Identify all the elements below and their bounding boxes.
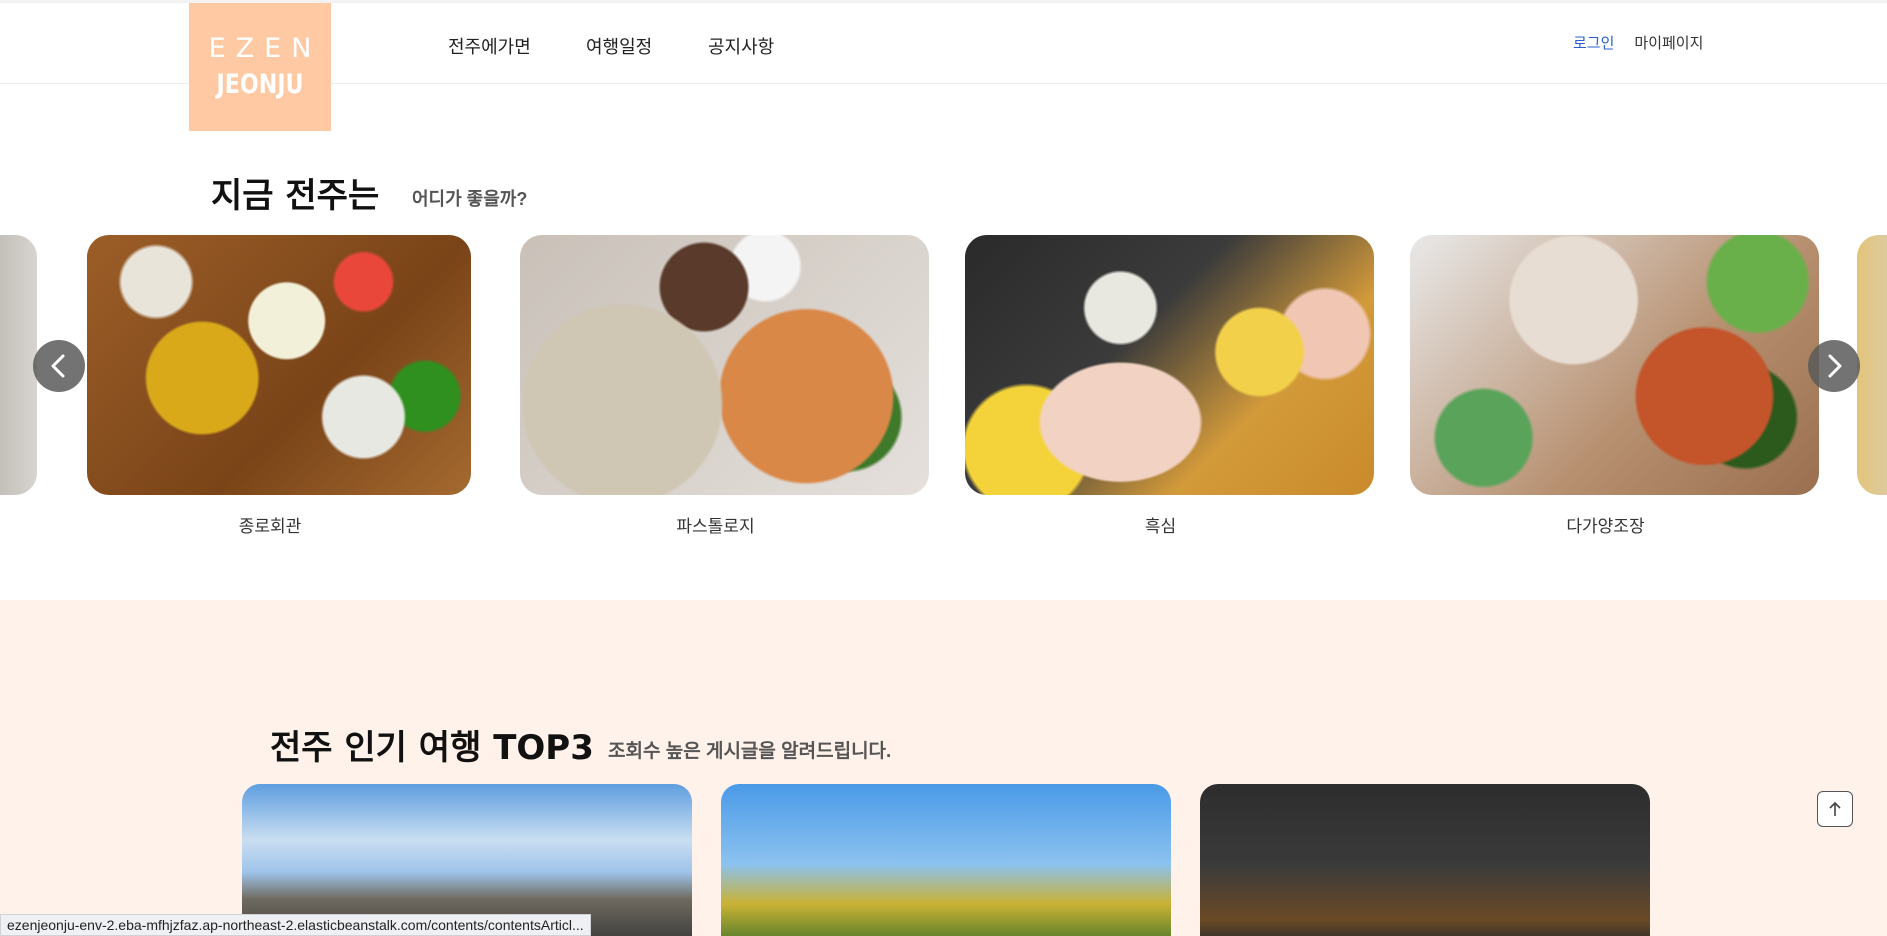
- logo-text-ezen: EZEN: [208, 33, 322, 64]
- carousel-card-image[interactable]: [87, 235, 471, 495]
- carousel-card-label[interactable]: 파스톨로지: [520, 512, 911, 537]
- top3-title: 전주 인기 여행 TOP3: [270, 728, 594, 768]
- carousel-card-label[interactable]: 흑심: [965, 512, 1356, 537]
- carousel-next-button[interactable]: [1808, 340, 1860, 392]
- carousel-card-partial-right[interactable]: [1857, 235, 1887, 495]
- section-title: 지금 전주는: [211, 176, 380, 216]
- carousel-prev-button[interactable]: [33, 340, 85, 392]
- scroll-to-top-button[interactable]: [1817, 791, 1853, 827]
- user-links: 로그인 마이페이지: [1573, 32, 1703, 53]
- carousel-card-image[interactable]: [520, 235, 929, 495]
- logo-text-jeonju: JEONJU: [216, 69, 304, 100]
- top3-card-image[interactable]: [1200, 784, 1650, 936]
- nav-item-notice[interactable]: 공지사항: [708, 33, 798, 59]
- carousel-card-image[interactable]: [965, 235, 1374, 495]
- mypage-link[interactable]: 마이페이지: [1634, 32, 1703, 53]
- carousel-card-label[interactable]: 종로회관: [87, 512, 453, 537]
- top3-subtitle: 조회수 높은 게시글을 알려드립니다.: [608, 741, 892, 762]
- section-subtitle: 어디가 좋을까?: [412, 189, 528, 209]
- nav-item-itinerary[interactable]: 여행일정: [586, 33, 708, 59]
- carousel-card-partial-left[interactable]: [0, 235, 37, 495]
- carousel-card-label[interactable]: 다가양조장: [1410, 512, 1801, 537]
- browser-status-url: ezenjeonju-env-2.eba-mfhjzfaz.ap-northea…: [0, 914, 591, 936]
- login-link[interactable]: 로그인: [1573, 32, 1614, 53]
- chevron-left-icon: [51, 354, 65, 378]
- chevron-right-icon: [1828, 354, 1842, 378]
- carousel-card-image[interactable]: [1410, 235, 1819, 495]
- arrow-up-icon: [1829, 801, 1841, 816]
- site-logo[interactable]: EZEN JEONJU: [189, 3, 331, 131]
- nav-item-jeonju[interactable]: 전주에가면: [448, 33, 586, 59]
- main-nav: 전주에가면 여행일정 공지사항: [448, 33, 798, 59]
- top3-card-image[interactable]: [721, 784, 1171, 936]
